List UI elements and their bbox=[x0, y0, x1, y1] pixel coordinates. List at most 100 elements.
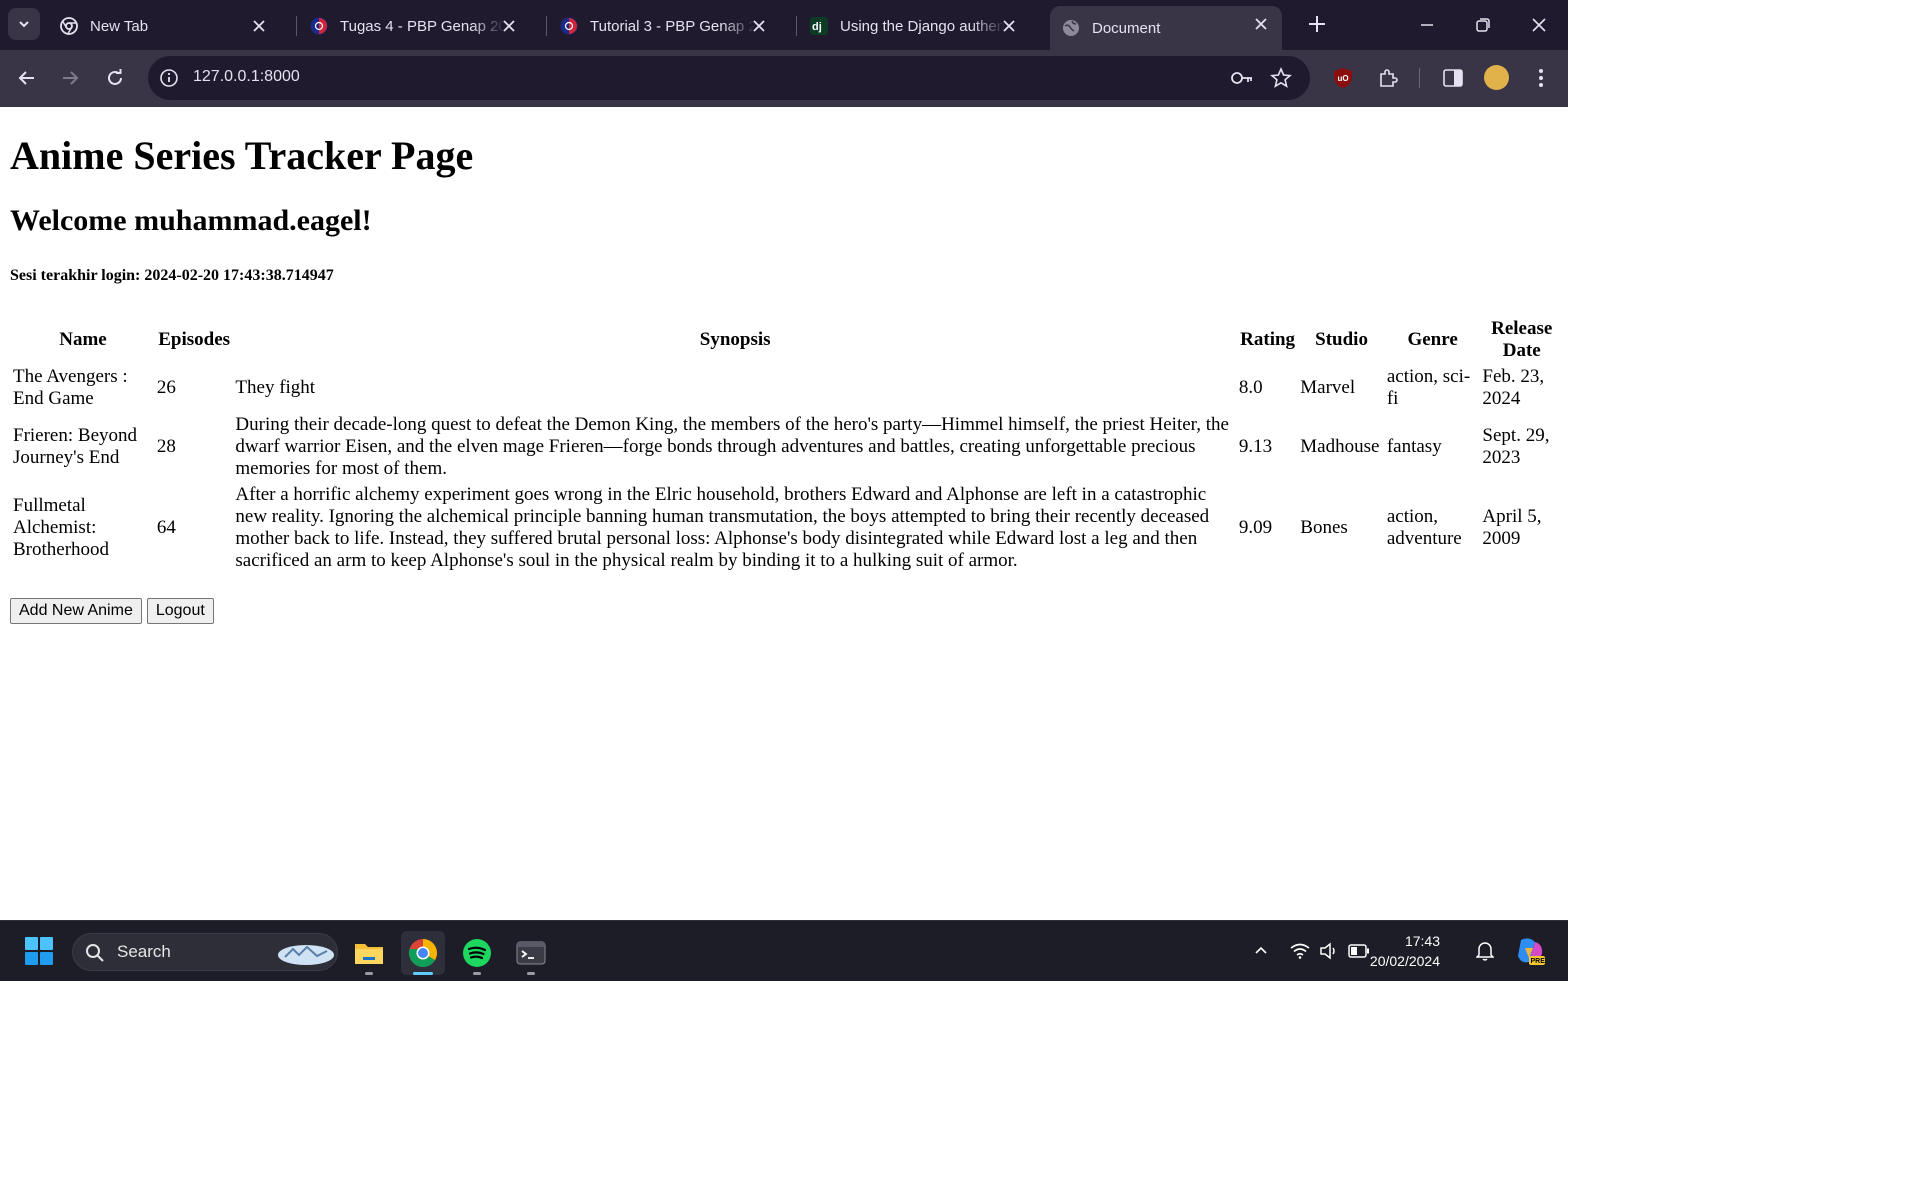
taskbar-spotify[interactable] bbox=[455, 931, 499, 975]
ublock-extension-button[interactable]: uO bbox=[1329, 64, 1357, 92]
svg-text:uO: uO bbox=[1338, 74, 1349, 83]
taskbar-terminal[interactable] bbox=[509, 931, 553, 975]
taskbar-file-explorer[interactable] bbox=[347, 931, 391, 975]
cell-genre: fantasy bbox=[1386, 436, 1442, 457]
cell-studio: Bones bbox=[1300, 517, 1348, 538]
tab-new-tab[interactable]: New Tab bbox=[48, 8, 280, 44]
back-button[interactable] bbox=[13, 64, 41, 92]
cell-episodes: 28 bbox=[156, 436, 176, 457]
welcome-heading: Welcome muhammad.eagel! bbox=[10, 204, 372, 237]
copilot-button[interactable]: PRE bbox=[1514, 935, 1546, 967]
restore-button[interactable] bbox=[1468, 10, 1498, 40]
tab-separator bbox=[296, 16, 297, 36]
reload-button[interactable] bbox=[101, 64, 129, 92]
minimize-button[interactable] bbox=[1412, 10, 1442, 40]
page-content: Anime Series Tracker Page Welcome muhamm… bbox=[0, 107, 1568, 920]
tab-tutorial-3[interactable]: Tutorial 3 - PBP Genap 2024 bbox=[548, 8, 780, 44]
forward-button[interactable] bbox=[56, 64, 84, 92]
tab-title: Using the Django authentication system bbox=[840, 17, 1005, 35]
terminal-icon bbox=[516, 941, 546, 965]
url-text[interactable]: 127.0.0.1:8000 bbox=[193, 68, 300, 86]
new-tab-plus-icon[interactable] bbox=[1304, 11, 1330, 37]
chevron-down-icon bbox=[19, 21, 29, 28]
search-highlight-image-icon bbox=[278, 945, 334, 965]
logout-button[interactable]: Logout bbox=[146, 598, 214, 624]
chrome-menu-button[interactable] bbox=[1527, 64, 1555, 92]
key-icon[interactable] bbox=[1230, 68, 1254, 88]
globe-icon bbox=[1063, 20, 1079, 36]
close-icon[interactable] bbox=[500, 17, 518, 35]
close-icon[interactable] bbox=[750, 17, 768, 35]
speaker-icon bbox=[1320, 942, 1335, 960]
close-window-button[interactable] bbox=[1524, 10, 1554, 40]
puzzle-piece-icon bbox=[1380, 69, 1398, 87]
taskbar-search-box[interactable]: Search bbox=[72, 933, 338, 971]
running-indicator bbox=[473, 972, 481, 975]
last-login-text: Sesi terakhir login: 2024-02-20 17:43:38… bbox=[10, 267, 334, 284]
page-title: Anime Series Tracker Page bbox=[10, 133, 474, 178]
star-icon[interactable] bbox=[1270, 67, 1292, 89]
table-row: Frieren: Beyond Journey's End 28 During … bbox=[12, 413, 1562, 481]
cell-synopsis: They fight bbox=[235, 377, 316, 398]
action-buttons: Add New Anime Logout bbox=[10, 598, 214, 624]
windows-taskbar: Search 17:43 20/02/2024 PRE bbox=[0, 920, 1568, 981]
cell-rating: 9.09 bbox=[1238, 517, 1273, 538]
restore-icon bbox=[1476, 18, 1490, 32]
column-header-studio: Studio bbox=[1315, 329, 1368, 350]
show-hidden-icons-button[interactable] bbox=[1250, 940, 1272, 962]
tab-title: Tutorial 3 - PBP Genap 2024 bbox=[590, 17, 755, 35]
cell-studio: Madhouse bbox=[1300, 436, 1380, 457]
notifications-button[interactable] bbox=[1474, 940, 1496, 962]
extensions-button[interactable] bbox=[1374, 64, 1402, 92]
profile-avatar[interactable] bbox=[1484, 65, 1509, 90]
table-row: The Avengers : End Game 26 They fight 8.… bbox=[12, 365, 1562, 411]
column-header-name: Name bbox=[59, 329, 107, 350]
battery-icon bbox=[1348, 944, 1369, 958]
tab-tugas-4[interactable]: Tugas 4 - PBP Genap 2024 bbox=[298, 8, 530, 44]
side-panel-button[interactable] bbox=[1439, 64, 1467, 92]
clock-date: 20/02/2024 bbox=[1369, 953, 1440, 969]
taskbar-chrome[interactable] bbox=[401, 931, 445, 975]
wifi-status[interactable] bbox=[1289, 940, 1311, 962]
close-icon[interactable] bbox=[1252, 15, 1270, 33]
cell-name: The Avengers : End Game bbox=[13, 366, 128, 409]
reload-icon bbox=[108, 69, 122, 85]
volume-control[interactable] bbox=[1318, 940, 1340, 962]
close-icon[interactable] bbox=[250, 17, 268, 35]
close-icon[interactable] bbox=[1000, 17, 1018, 35]
arrow-right-icon bbox=[63, 71, 79, 85]
cell-episodes: 64 bbox=[156, 517, 176, 538]
pbp-logo-icon bbox=[560, 17, 578, 35]
cell-synopsis: During their decade-long quest to defeat… bbox=[235, 414, 1229, 479]
taskbar-clock[interactable]: 17:43 20/02/2024 bbox=[1370, 931, 1440, 971]
chevron-up-icon bbox=[1255, 946, 1267, 954]
file-explorer-icon bbox=[355, 944, 383, 964]
battery-status[interactable] bbox=[1348, 940, 1370, 962]
address-bar[interactable]: 127.0.0.1:8000 bbox=[148, 56, 1310, 100]
tab-separator bbox=[546, 16, 547, 36]
column-header-genre: Genre bbox=[1407, 329, 1458, 350]
tab-django-auth[interactable]: dj Using the Django authentication syste… bbox=[798, 8, 1030, 44]
windows-start-icon[interactable] bbox=[25, 937, 53, 965]
clock-time: 17:43 bbox=[1404, 933, 1440, 949]
tab-document[interactable]: Document bbox=[1050, 6, 1282, 50]
svg-text:PRE: PRE bbox=[1531, 958, 1546, 965]
cell-episodes: 26 bbox=[156, 377, 176, 398]
anime-table: Name Episodes Synopsis Rating Studio Gen… bbox=[10, 315, 1564, 575]
cell-genre: action, adventure bbox=[1386, 506, 1462, 549]
chrome-icon bbox=[60, 17, 78, 35]
cell-synopsis: After a horrific alchemy experiment goes… bbox=[235, 484, 1210, 571]
running-indicator bbox=[527, 972, 535, 975]
tab-title: Document bbox=[1092, 19, 1161, 37]
arrow-left-icon bbox=[18, 71, 34, 85]
tab-search-button[interactable] bbox=[8, 8, 40, 40]
table-row: Fullmetal Alchemist: Brotherhood 64 Afte… bbox=[12, 483, 1562, 573]
cell-rating: 9.13 bbox=[1238, 436, 1273, 457]
toolbar-divider bbox=[1419, 68, 1420, 88]
add-new-anime-button[interactable]: Add New Anime bbox=[10, 598, 142, 624]
search-placeholder: Search bbox=[117, 942, 171, 961]
cell-release-date: Sept. 29, 2023 bbox=[1482, 425, 1550, 468]
bell-icon bbox=[1476, 942, 1494, 961]
site-info-icon[interactable] bbox=[159, 68, 179, 88]
active-indicator bbox=[413, 972, 433, 975]
